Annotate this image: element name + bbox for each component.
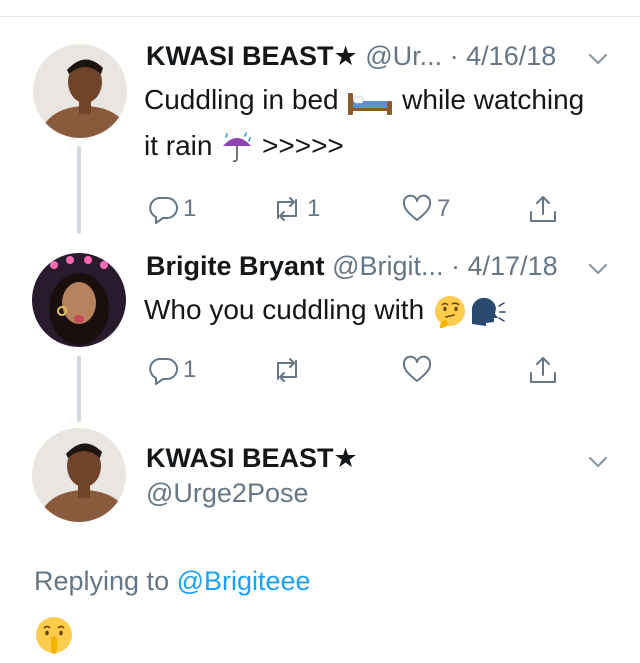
replying-to: Replying to @Brigiteee bbox=[34, 566, 311, 597]
tweet-text: Who you cuddling with bbox=[144, 287, 614, 333]
retweet-icon bbox=[277, 197, 297, 221]
main-tweet-header: KWASI BEAST★ bbox=[146, 442, 358, 474]
tweet-header: KWASI BEAST★ @Ur... · 4/16/18 bbox=[146, 40, 556, 72]
tweet-text: Cuddling in bed while watching it rain >… bbox=[144, 77, 614, 169]
retweet-button[interactable]: 1 bbox=[270, 189, 320, 229]
tweet-text-part: Cuddling in bed bbox=[144, 84, 347, 115]
avatar-image bbox=[32, 253, 126, 347]
like-button[interactable] bbox=[400, 350, 437, 390]
like-button[interactable]: 7 bbox=[400, 189, 450, 229]
reply-icon bbox=[149, 358, 178, 385]
reply-count: 1 bbox=[183, 195, 197, 222]
tweet-date[interactable]: · 4/17/18 bbox=[451, 251, 558, 281]
avatar-brigite[interactable] bbox=[32, 253, 126, 347]
display-name[interactable]: KWASI BEAST★ bbox=[146, 41, 358, 71]
share-icon bbox=[530, 357, 556, 383]
shushing-face-emoji bbox=[36, 617, 72, 654]
chevron-down-icon[interactable] bbox=[585, 46, 611, 72]
share-button[interactable] bbox=[526, 350, 560, 390]
display-name[interactable]: Brigite Bryant bbox=[146, 251, 325, 281]
reply-icon bbox=[149, 197, 178, 224]
reply-button[interactable]: 1 bbox=[146, 350, 196, 390]
replying-prefix: Replying to bbox=[34, 566, 177, 596]
thread-connector bbox=[77, 146, 81, 234]
share-button[interactable] bbox=[526, 189, 560, 229]
tweet-date[interactable]: · 4/16/18 bbox=[450, 41, 557, 71]
tweet-text-part: while watching bbox=[394, 84, 585, 115]
retweet-icon bbox=[277, 358, 297, 382]
heart-icon bbox=[402, 355, 432, 382]
bed-emoji bbox=[348, 92, 393, 115]
heart-icon bbox=[402, 194, 432, 221]
tweet-header: Brigite Bryant @Brigit... · 4/17/18 bbox=[146, 250, 558, 282]
umbrella-rain-emoji bbox=[220, 131, 255, 164]
user-handle[interactable]: @Urge2Pose bbox=[146, 478, 309, 509]
share-icon bbox=[530, 196, 556, 222]
like-count: 7 bbox=[437, 195, 451, 222]
speaking-head-emoji bbox=[471, 297, 506, 326]
reply-count: 1 bbox=[183, 356, 197, 383]
mention-link[interactable]: @Brigiteee bbox=[177, 566, 311, 596]
retweet-count: 1 bbox=[307, 195, 321, 222]
chevron-down-icon[interactable] bbox=[585, 449, 611, 475]
reply-button[interactable]: 1 bbox=[146, 189, 196, 229]
tweet-actions: 1 bbox=[146, 350, 576, 390]
thinking-face-emoji bbox=[434, 295, 465, 328]
retweet-button[interactable] bbox=[270, 350, 307, 390]
tweet-actions: 1 1 7 bbox=[146, 189, 576, 229]
display-name[interactable]: KWASI BEAST★ bbox=[146, 443, 358, 473]
avatar-image bbox=[33, 44, 127, 138]
user-handle[interactable]: @Brigit... bbox=[332, 251, 443, 281]
top-divider bbox=[0, 16, 640, 17]
tweet-text-part: Who you cuddling with bbox=[144, 294, 432, 325]
avatar-image bbox=[32, 428, 126, 522]
avatar-kwasi[interactable] bbox=[33, 44, 127, 138]
tweet-text-part: it rain bbox=[144, 130, 221, 161]
user-handle[interactable]: @Ur... bbox=[365, 41, 442, 71]
avatar-kwasi[interactable] bbox=[32, 428, 126, 522]
chevron-down-icon[interactable] bbox=[585, 256, 611, 282]
thread-connector bbox=[77, 356, 81, 422]
tweet-text-part: >>>>> bbox=[254, 130, 344, 161]
